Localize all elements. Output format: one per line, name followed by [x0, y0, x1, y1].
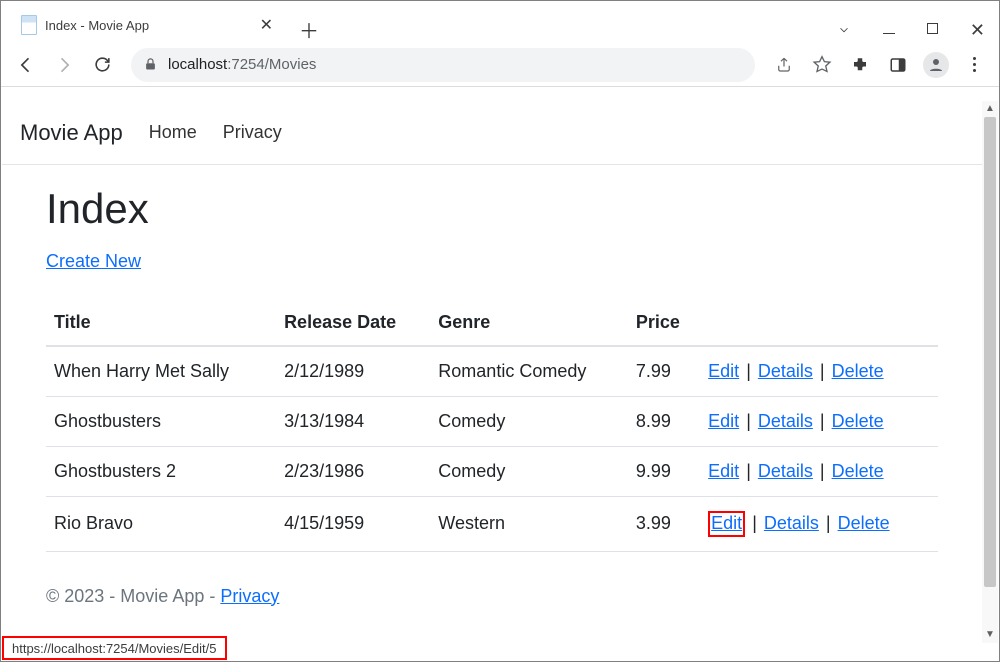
profile-button[interactable] — [919, 48, 953, 82]
forward-button[interactable] — [47, 48, 81, 82]
footer-text: © 2023 - Movie App - — [46, 586, 220, 606]
back-button[interactable] — [9, 48, 43, 82]
delete-link[interactable]: Delete — [832, 461, 884, 481]
window-maximize-button[interactable] — [927, 21, 938, 39]
delete-link[interactable]: Delete — [838, 513, 890, 533]
table-row: Ghostbusters 3/13/1984 Comedy 8.99 Edit … — [46, 397, 938, 447]
col-release-date: Release Date — [276, 302, 430, 346]
edit-link[interactable]: Edit — [708, 461, 739, 481]
site-navbar: Movie App Home Privacy — [2, 101, 982, 165]
movies-table: Title Release Date Genre Price When Harr… — [46, 302, 938, 552]
scroll-thumb[interactable] — [984, 117, 996, 587]
cell-actions: Edit | Details | Delete — [700, 447, 938, 497]
address-text: localhost:7254/Movies — [168, 56, 316, 73]
cell-genre: Romantic Comedy — [430, 346, 628, 397]
create-new-link[interactable]: Create New — [46, 251, 141, 271]
page-viewport: Movie App Home Privacy Index Create New … — [2, 101, 982, 660]
cell-genre: Comedy — [430, 447, 628, 497]
footer-privacy-link[interactable]: Privacy — [220, 586, 279, 606]
browser-toolbar: localhost:7254/Movies — [1, 43, 999, 87]
scroll-up-icon[interactable]: ▲ — [982, 101, 998, 117]
col-title: Title — [46, 302, 276, 346]
delete-link[interactable]: Delete — [832, 361, 884, 381]
details-link[interactable]: Details — [758, 411, 813, 431]
details-link[interactable]: Details — [758, 361, 813, 381]
cell-actions: Edit | Details | Delete — [700, 397, 938, 447]
cell-release-date: 3/13/1984 — [276, 397, 430, 447]
details-link[interactable]: Details — [758, 461, 813, 481]
cell-release-date: 4/15/1959 — [276, 497, 430, 552]
side-panel-button[interactable] — [881, 48, 915, 82]
delete-link[interactable]: Delete — [832, 411, 884, 431]
tab-close-button[interactable]: ✕ — [256, 13, 277, 37]
status-bar: https://localhost:7254/Movies/Edit/5 — [2, 636, 227, 660]
menu-button[interactable] — [957, 48, 991, 82]
scroll-down-icon[interactable]: ▼ — [982, 627, 998, 643]
col-genre: Genre — [430, 302, 628, 346]
avatar-icon — [923, 52, 949, 78]
cell-title: Ghostbusters 2 — [46, 447, 276, 497]
details-link[interactable]: Details — [764, 513, 819, 533]
bookmark-button[interactable] — [805, 48, 839, 82]
page-heading: Index — [46, 185, 938, 233]
extensions-button[interactable] — [843, 48, 877, 82]
cell-release-date: 2/12/1989 — [276, 346, 430, 397]
nav-privacy-link[interactable]: Privacy — [223, 122, 282, 143]
new-tab-button[interactable]: ＋ — [295, 15, 323, 43]
cell-title: Ghostbusters — [46, 397, 276, 447]
window-minimize-button[interactable] — [883, 21, 895, 39]
edit-link[interactable]: Edit — [711, 513, 742, 533]
cell-genre: Comedy — [430, 397, 628, 447]
window-close-button[interactable]: ✕ — [970, 24, 985, 36]
reload-button[interactable] — [85, 48, 119, 82]
address-bar[interactable]: localhost:7254/Movies — [131, 48, 755, 82]
kebab-icon — [973, 57, 976, 72]
col-actions — [700, 302, 938, 346]
cell-title: Rio Bravo — [46, 497, 276, 552]
cell-genre: Western — [430, 497, 628, 552]
status-url: https://localhost:7254/Movies/Edit/5 — [12, 641, 217, 656]
table-row: Rio Bravo 4/15/1959 Western 3.99 Edit | … — [46, 497, 938, 552]
cell-actions: Edit | Details | Delete — [700, 346, 938, 397]
col-price: Price — [628, 302, 700, 346]
cell-release-date: 2/23/1986 — [276, 447, 430, 497]
lock-icon — [143, 57, 158, 72]
tab-title: Index - Movie App — [45, 18, 256, 33]
tab-search-chevron-icon[interactable] — [837, 23, 851, 37]
brand-link[interactable]: Movie App — [20, 120, 123, 146]
table-row: Ghostbusters 2 2/23/1986 Comedy 9.99 Edi… — [46, 447, 938, 497]
cell-price: 3.99 — [628, 497, 700, 552]
cell-price: 9.99 — [628, 447, 700, 497]
cell-price: 7.99 — [628, 346, 700, 397]
page-footer: © 2023 - Movie App - Privacy — [2, 552, 982, 615]
edit-link[interactable]: Edit — [708, 411, 739, 431]
nav-home-link[interactable]: Home — [149, 122, 197, 143]
vertical-scrollbar[interactable]: ▲ ▼ — [982, 101, 998, 643]
page-favicon-icon — [21, 15, 37, 35]
browser-tab[interactable]: Index - Movie App ✕ — [9, 7, 289, 43]
cell-price: 8.99 — [628, 397, 700, 447]
cell-title: When Harry Met Sally — [46, 346, 276, 397]
share-button[interactable] — [767, 48, 801, 82]
edit-link[interactable]: Edit — [708, 361, 739, 381]
table-row: When Harry Met Sally 2/12/1989 Romantic … — [46, 346, 938, 397]
cell-actions: Edit | Details | Delete — [700, 497, 938, 552]
